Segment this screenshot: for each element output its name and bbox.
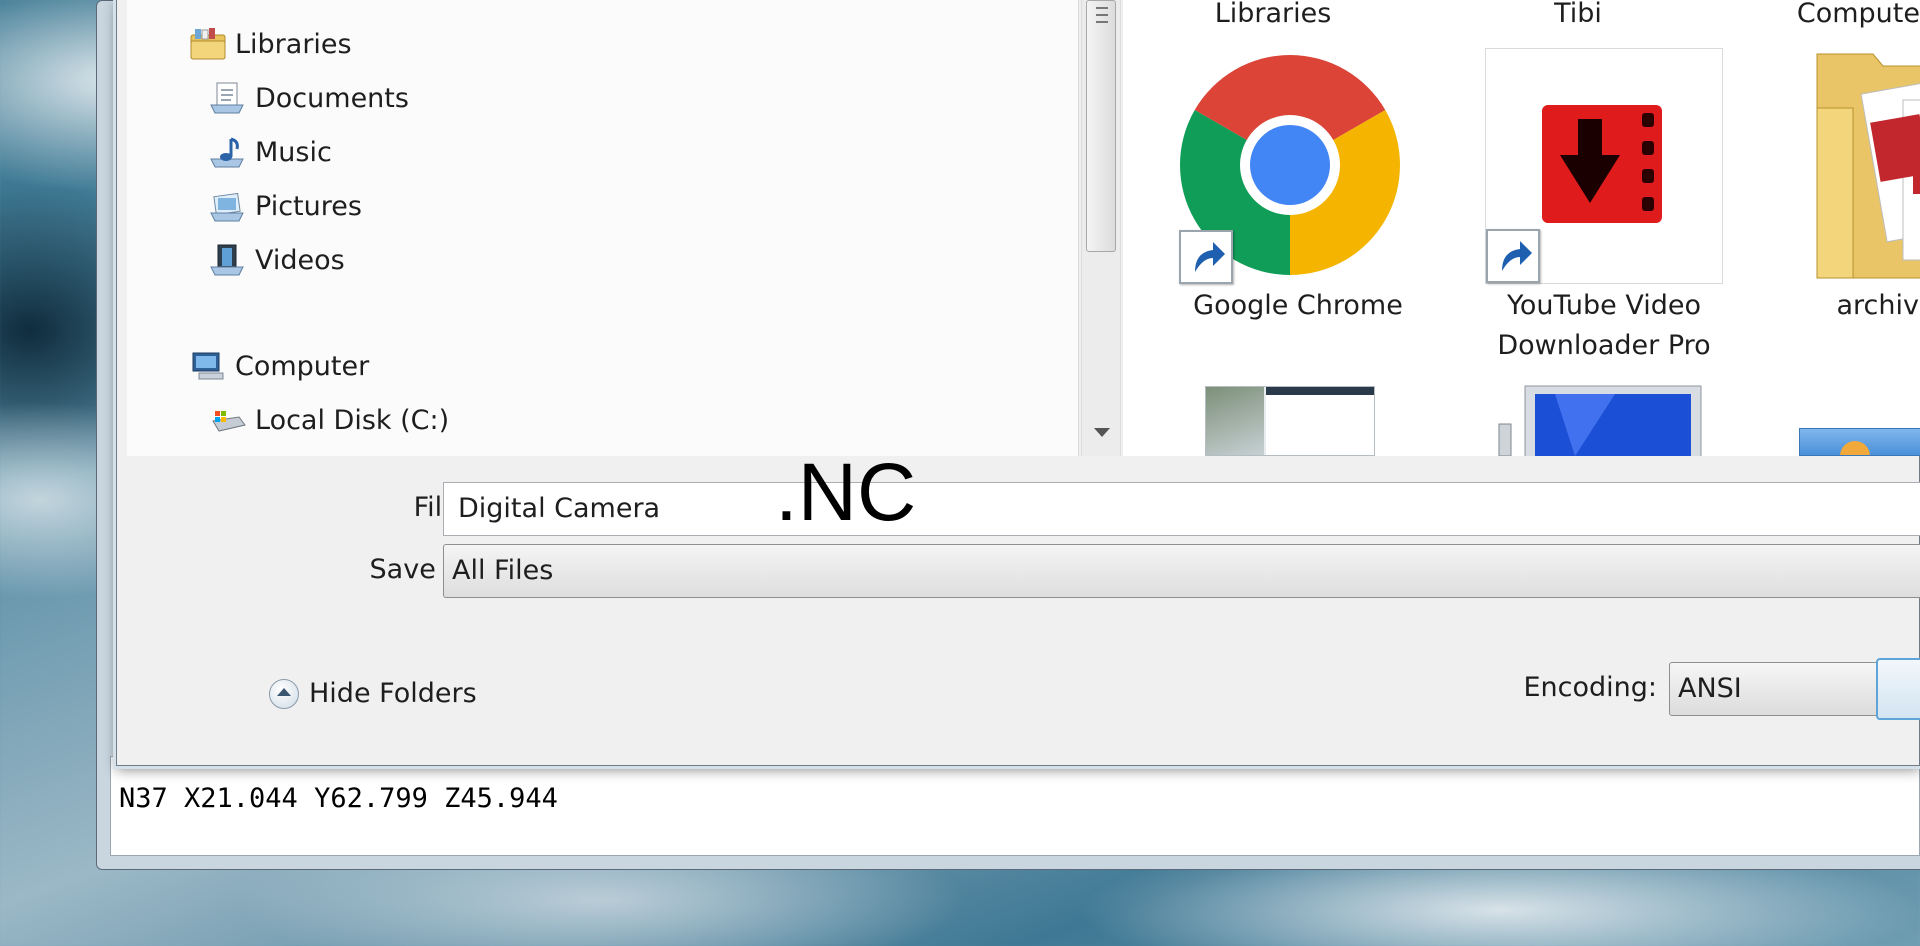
file-item-window-icon[interactable] [1799, 428, 1920, 456]
hide-folders-button[interactable]: Hide Folders [269, 678, 477, 709]
documents-icon [209, 81, 245, 115]
file-item-google-chrome[interactable] [1179, 54, 1405, 286]
nav-item-videos[interactable]: Videos [209, 240, 345, 280]
file-item-screenshot-thumbnail[interactable] [1205, 386, 1375, 456]
file-label-youtube-line1[interactable]: YouTube Video [1439, 286, 1769, 326]
folder-icon [1816, 53, 1920, 279]
scroll-grip-icon [1096, 7, 1108, 23]
nav-scrollbar[interactable] [1081, 0, 1121, 456]
nav-item-libraries[interactable]: Libraries [189, 24, 352, 64]
download-video-icon [1542, 105, 1662, 223]
save-button[interactable] [1876, 658, 1920, 720]
encoding-label: Encoding: [1523, 672, 1657, 703]
thumbnail-image [1206, 387, 1264, 455]
shortcut-arrow-icon [1179, 230, 1233, 284]
nav-item-music[interactable]: Music [209, 132, 332, 172]
chevron-up-icon [269, 678, 299, 709]
scroll-thumb[interactable] [1086, 0, 1116, 252]
file-item-archive-folder[interactable] [1813, 48, 1920, 284]
nav-label-computer: Computer [235, 350, 370, 382]
music-icon [209, 135, 245, 169]
videos-icon [209, 243, 245, 277]
computer-icon [189, 349, 225, 383]
file-label-libraries[interactable]: Libraries [1163, 0, 1383, 34]
filename-extension-overlay: .NC [775, 447, 917, 538]
nav-item-local-disk[interactable]: Local Disk (C:) [209, 400, 449, 440]
shortcut-arrow-icon [1486, 229, 1540, 283]
filename-value: Digital Camera [458, 493, 661, 524]
thumbnail-text [1266, 387, 1374, 455]
filename-input[interactable]: Digital Camera [443, 482, 1920, 536]
file-label-youtube-line2[interactable]: Downloader Pro [1439, 326, 1769, 366]
nav-label-local-disk: Local Disk (C:) [255, 404, 450, 436]
nav-label-videos: Videos [255, 244, 345, 276]
editor-line: N37 X21.044 Y62.799 Z45.944 [119, 783, 558, 814]
save-as-dialog: Libraries Documents Music Pictures Video… [116, 0, 1920, 766]
file-item-monitor[interactable] [1495, 384, 1705, 456]
libraries-icon [189, 27, 226, 61]
thumbnail-titlebar [1266, 387, 1374, 395]
savetype-value: All Files [452, 555, 554, 586]
file-label-tibi[interactable]: Tibi [1423, 0, 1733, 34]
hard-drive-icon [209, 403, 246, 437]
nav-item-pictures[interactable]: Pictures [209, 186, 362, 226]
window-icon-dot [1840, 441, 1870, 455]
file-label-google-chrome[interactable]: Google Chrome [1163, 286, 1433, 326]
nav-label-libraries: Libraries [235, 28, 352, 60]
nav-item-documents[interactable]: Documents [209, 78, 409, 118]
navigation-pane: Libraries Documents Music Pictures Video… [127, 0, 1079, 456]
savetype-select[interactable]: All Files [443, 544, 1920, 598]
editor-text-area[interactable]: N36 X20.732 Y62.427 Z45.901 N37 X21.044 … [110, 743, 1920, 856]
nav-label-documents: Documents [255, 82, 409, 114]
file-item-youtube-video-downloader[interactable] [1485, 48, 1723, 284]
monitor-icon [1498, 385, 1702, 456]
hide-folders-label: Hide Folders [309, 678, 477, 709]
file-label-computer[interactable]: Computer [1739, 0, 1920, 34]
file-view: Libraries Tibi Computer Google Chrome Yo… [1123, 0, 1920, 456]
nav-label-pictures: Pictures [255, 190, 362, 222]
scroll-down-arrow-icon[interactable] [1094, 428, 1110, 437]
file-label-archive[interactable]: archive [1791, 286, 1920, 326]
nav-item-computer[interactable]: Computer [189, 346, 369, 386]
nav-label-music: Music [255, 136, 332, 168]
pictures-icon [209, 189, 245, 223]
encoding-value: ANSI [1678, 673, 1742, 704]
